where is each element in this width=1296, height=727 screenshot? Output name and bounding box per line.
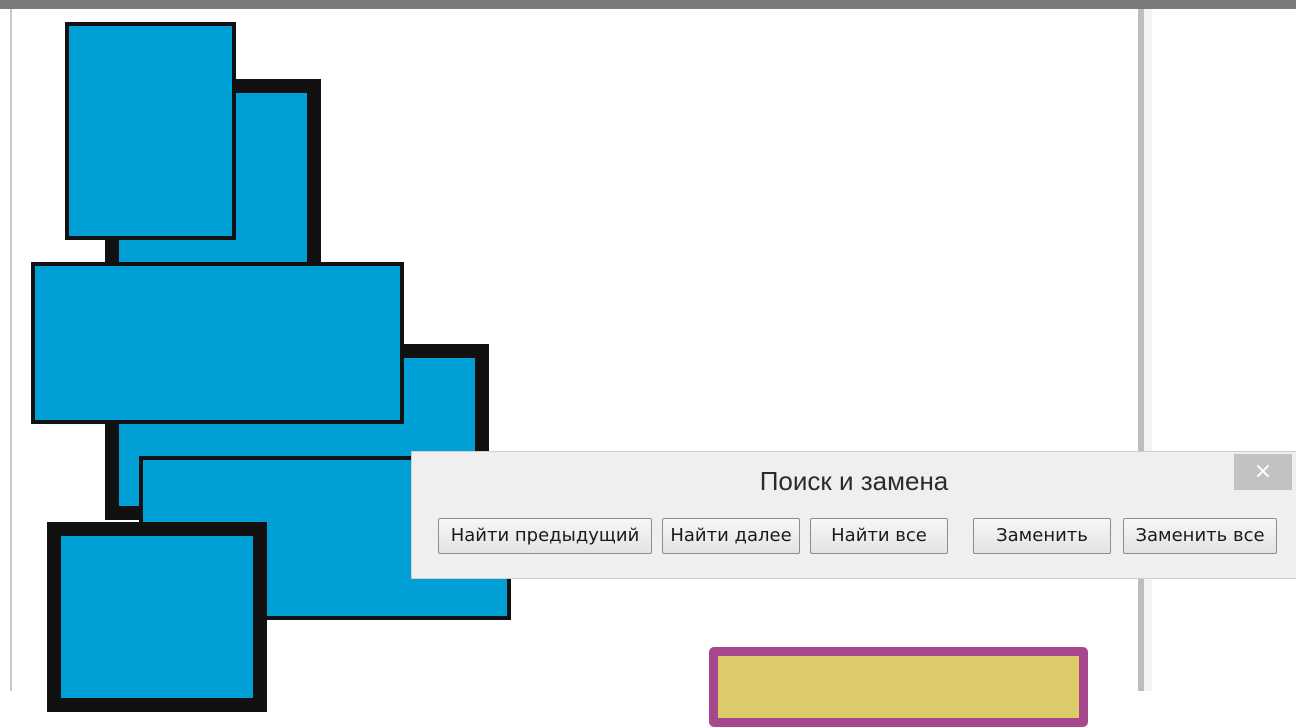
blue-rectangle-1[interactable] [65,22,236,240]
blue-rectangle-thick-3[interactable] [47,522,267,712]
close-button[interactable]: × [1234,454,1292,490]
blue-rectangle-2[interactable] [31,262,404,424]
page-right-edge [1138,9,1152,691]
replace-all-button[interactable]: Заменить все [1123,518,1277,554]
dialog-title: Поиск и замена [759,466,949,496]
replace-button[interactable]: Заменить [973,518,1111,554]
page-left-edge [10,9,12,691]
find-next-button[interactable]: Найти далее [662,518,800,554]
find-previous-button[interactable]: Найти предыдущий [438,518,652,554]
top-window-strip [0,0,1296,9]
find-replace-dialog: Поиск и замена × Найти предыдущий Найти … [411,451,1296,579]
find-all-button[interactable]: Найти все [810,518,948,554]
canvas-margin-area [1152,9,1296,691]
yellow-rectangle[interactable] [709,647,1088,727]
close-icon: × [1253,459,1273,484]
